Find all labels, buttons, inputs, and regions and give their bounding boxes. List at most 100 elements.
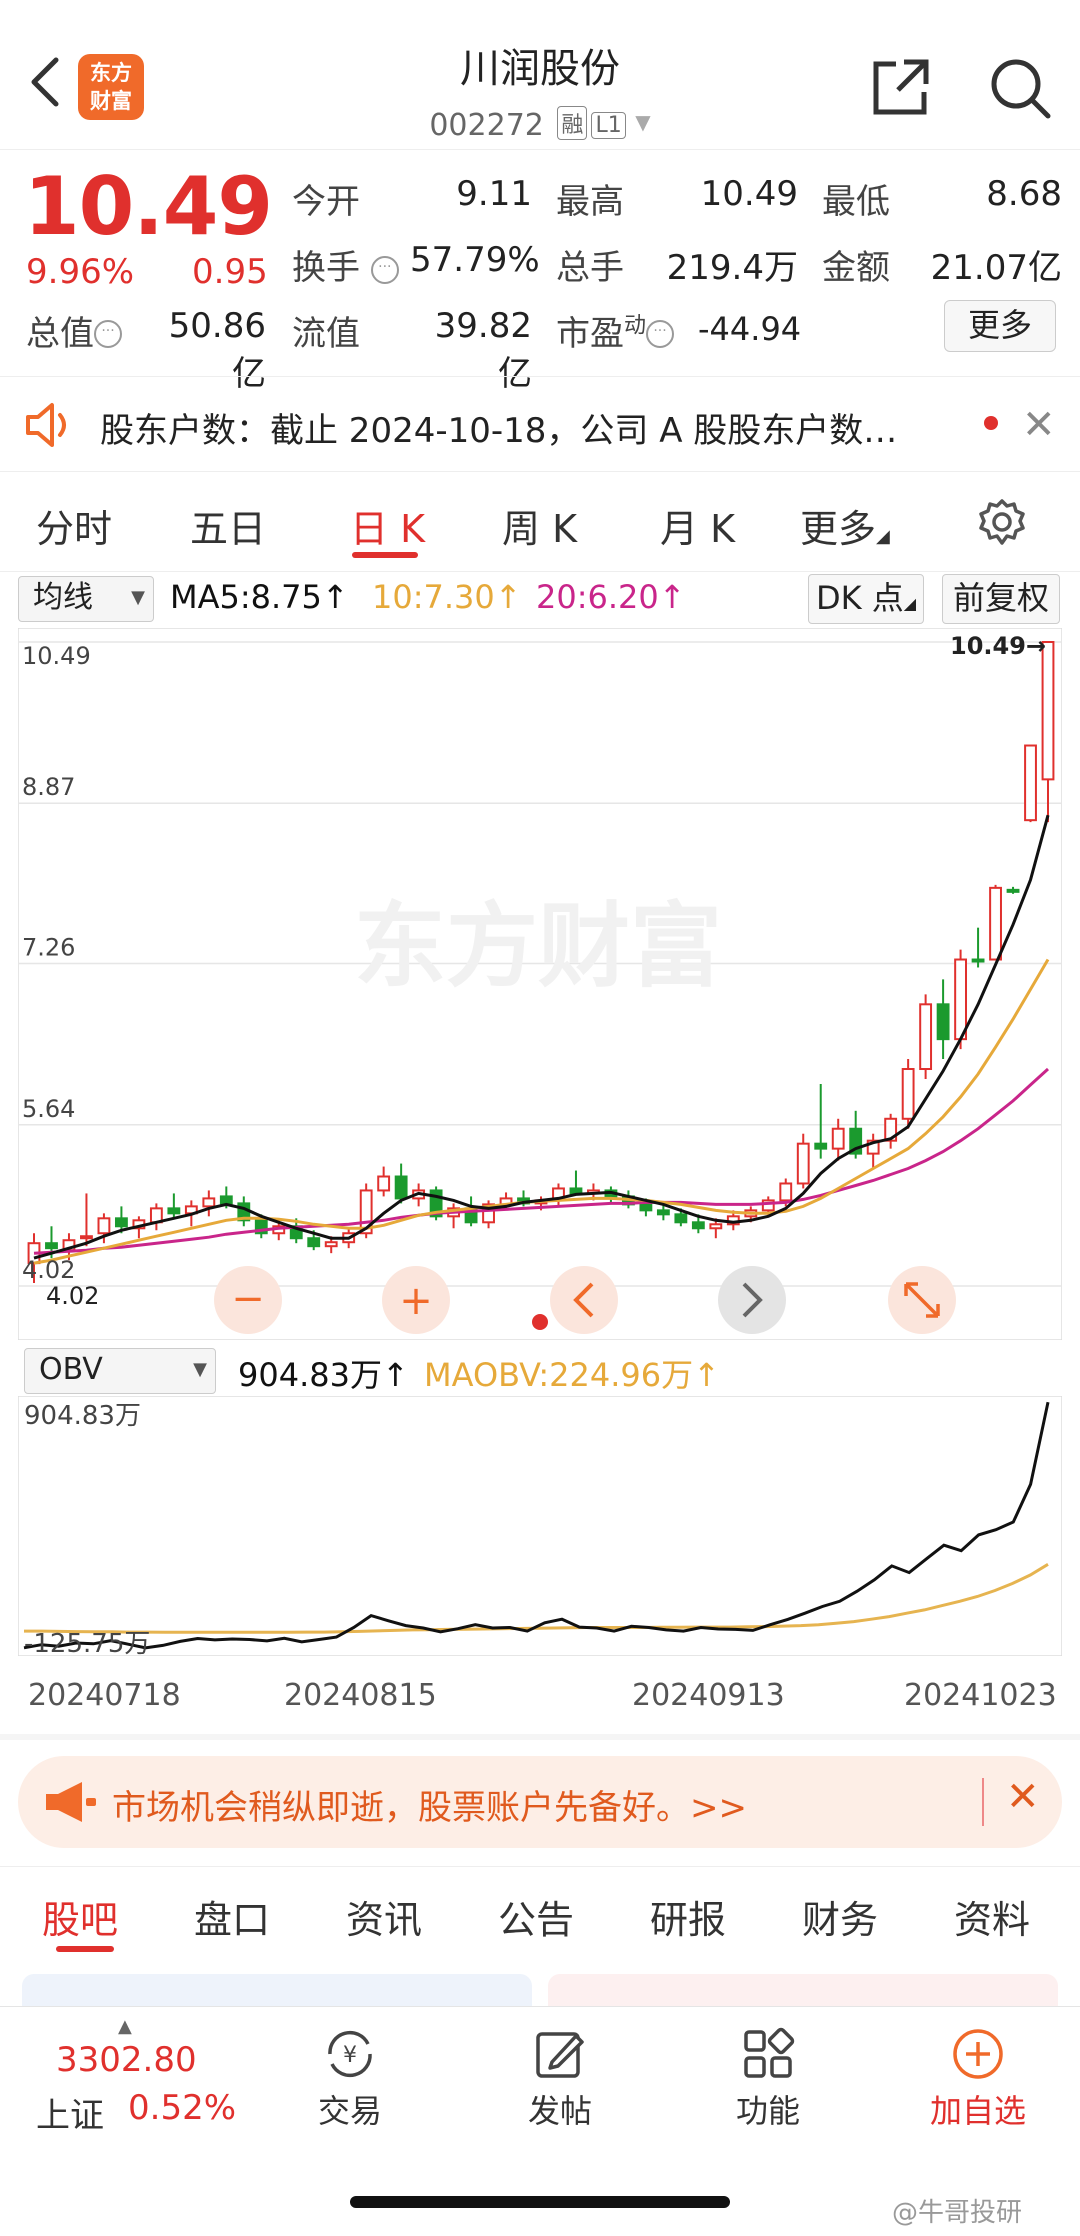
candle-up [989, 886, 1002, 961]
tab-announcements[interactable]: 公告 [498, 1889, 574, 1944]
info-dots-icon[interactable]: ··· [646, 320, 675, 348]
pe-label: 市盈动 ··· [556, 306, 675, 355]
candle-up [779, 1182, 793, 1202]
zoom-out-button[interactable]: − [214, 1266, 282, 1334]
info-dots-icon[interactable]: ··· [370, 256, 399, 284]
candle-up [901, 1068, 915, 1120]
ma5-value: MA5:8.75↑ [170, 578, 349, 616]
tab-weekly-k[interactable]: 周 K [502, 498, 577, 553]
index-name[interactable]: 上证 [36, 2088, 104, 2137]
candle-up [919, 1003, 933, 1071]
price-axis-label: 10.49 [22, 642, 91, 670]
candle-up [709, 1223, 723, 1230]
settings-gear-icon[interactable] [978, 498, 1026, 546]
candle-up [954, 958, 968, 1041]
more-quote-button[interactable]: 更多 [944, 300, 1056, 352]
divider [0, 1734, 1080, 1740]
candle-down [45, 1242, 58, 1250]
nav-add-watchlist[interactable]: 加自选 [908, 2086, 1048, 2132]
turnover-label: 换手 ··· [292, 240, 399, 289]
low-value: 8.68 [986, 174, 1062, 214]
tab-forum[interactable]: 股吧 [42, 1889, 118, 1944]
candle-down [656, 1209, 670, 1216]
obv-bottom-label: -125.75万 [24, 1629, 150, 1656]
candle-up [831, 1127, 845, 1150]
dropdown-caret-icon[interactable]: ▼ [635, 110, 650, 134]
notice-bar[interactable]: 股东户数：截止 2024-10-18，公司 A 股股东户数… [0, 376, 1080, 472]
promo-banner[interactable]: 市场机会稍纵即逝，股票账户先备好。>> ✕ [18, 1756, 1062, 1848]
active-tab-indicator [352, 552, 418, 558]
search-icon[interactable] [988, 56, 1052, 120]
info-dots-icon[interactable]: ··· [94, 320, 122, 348]
candle-down [114, 1217, 128, 1228]
candle-up [1024, 744, 1037, 822]
dk-point-button[interactable]: DK 点◢ [808, 574, 924, 624]
candle-down [936, 1003, 950, 1041]
tab-news[interactable]: 资讯 [346, 1889, 422, 1944]
tab-research[interactable]: 研报 [650, 1889, 726, 1944]
close-icon[interactable]: ✕ [1022, 402, 1056, 448]
trade-icon[interactable]: ¥ [320, 2024, 380, 2084]
candle-down [814, 1142, 828, 1150]
candle-down [167, 1207, 181, 1215]
ma-legend-row: 均线 ▼ MA5:8.75↑ 10:7.30↑ 20:6.20↑ DK 点◢ 前复… [0, 574, 1080, 624]
tab-more[interactable]: 更多◢ [800, 498, 890, 553]
high-label: 最高 [556, 182, 624, 222]
candle-down [691, 1221, 705, 1230]
post-icon[interactable] [530, 2024, 590, 2084]
tab-monthly-k[interactable]: 月 K [660, 498, 735, 553]
open-value: 9.11 [456, 174, 532, 214]
total-value-label: 总值 ··· [26, 306, 122, 355]
obv-select[interactable]: OBV ▼ [24, 1348, 216, 1394]
amount-label: 金额 [822, 248, 890, 288]
tab-profile[interactable]: 资料 [954, 1889, 1030, 1944]
candle-up [80, 1235, 93, 1240]
candle-down [639, 1203, 653, 1212]
float-value-label: 流值 [292, 314, 360, 354]
candle-down [219, 1195, 233, 1205]
candle-up [97, 1217, 111, 1235]
high-value: 10.49 [700, 174, 798, 214]
nav-functions[interactable]: 功能 [698, 2086, 838, 2132]
prev-button[interactable] [550, 1266, 618, 1334]
functions-icon[interactable] [738, 2024, 798, 2084]
price-axis-label: 5.64 [22, 1095, 75, 1123]
unread-dot [984, 416, 998, 430]
home-indicator [350, 2196, 730, 2208]
tab-orderbook[interactable]: 盘口 [194, 1889, 270, 1944]
tab-5day[interactable]: 五日 [190, 498, 266, 553]
change-amount: 0.95 [192, 252, 268, 292]
kline-chart[interactable]: 东方财富 10.49 8.87 7.26 5.64 4.02 10.49→ 4.02 −… [18, 628, 1062, 1340]
nav-post[interactable]: 发帖 [490, 2086, 630, 2132]
next-button[interactable] [718, 1266, 786, 1334]
nav-trade[interactable]: 交易 [280, 2086, 420, 2132]
share-icon[interactable] [868, 56, 932, 120]
adjust-button[interactable]: 前复权 [942, 574, 1060, 624]
margin-tag: 融 [557, 106, 588, 140]
change-percent: 9.96% [26, 252, 135, 292]
tab-daily-k[interactable]: 日 K [350, 498, 425, 553]
add-watchlist-icon[interactable] [948, 2024, 1008, 2084]
ma20-value: 20:6.20↑ [536, 578, 686, 616]
close-icon[interactable]: ✕ [1006, 1774, 1040, 1820]
candle-down [1006, 888, 1020, 893]
index-pct[interactable]: 0.52% [128, 2088, 236, 2128]
index-value[interactable]: 3302.80 [56, 2040, 197, 2080]
zoom-in-button[interactable]: + [382, 1266, 450, 1334]
obv-chart[interactable]: 904.83万 -125.75万 [18, 1396, 1062, 1656]
date-label: 20240913 [632, 1678, 785, 1713]
candle-up [1041, 641, 1055, 781]
tab-finance[interactable]: 财务 [802, 1889, 878, 1944]
candle-down [971, 958, 985, 963]
header: 东方 财富 川润股份 002272 融 L1 ▼ [0, 0, 1080, 150]
price-axis-label: 4.02 [22, 1256, 75, 1284]
notice-text: 股东户数：截止 2024-10-18，公司 A 股股东户数… [100, 411, 898, 451]
tab-intraday[interactable]: 分时 [36, 498, 112, 553]
candle-up [202, 1197, 216, 1208]
svg-text:¥: ¥ [343, 2043, 357, 2068]
fullscreen-button[interactable] [888, 1266, 956, 1334]
pe-value: -44.94 [698, 310, 802, 348]
price-axis-label: 8.87 [22, 773, 75, 801]
chart-watermark: 东方财富 [354, 896, 722, 998]
indicator-select[interactable]: 均线 ▼ [18, 576, 154, 622]
